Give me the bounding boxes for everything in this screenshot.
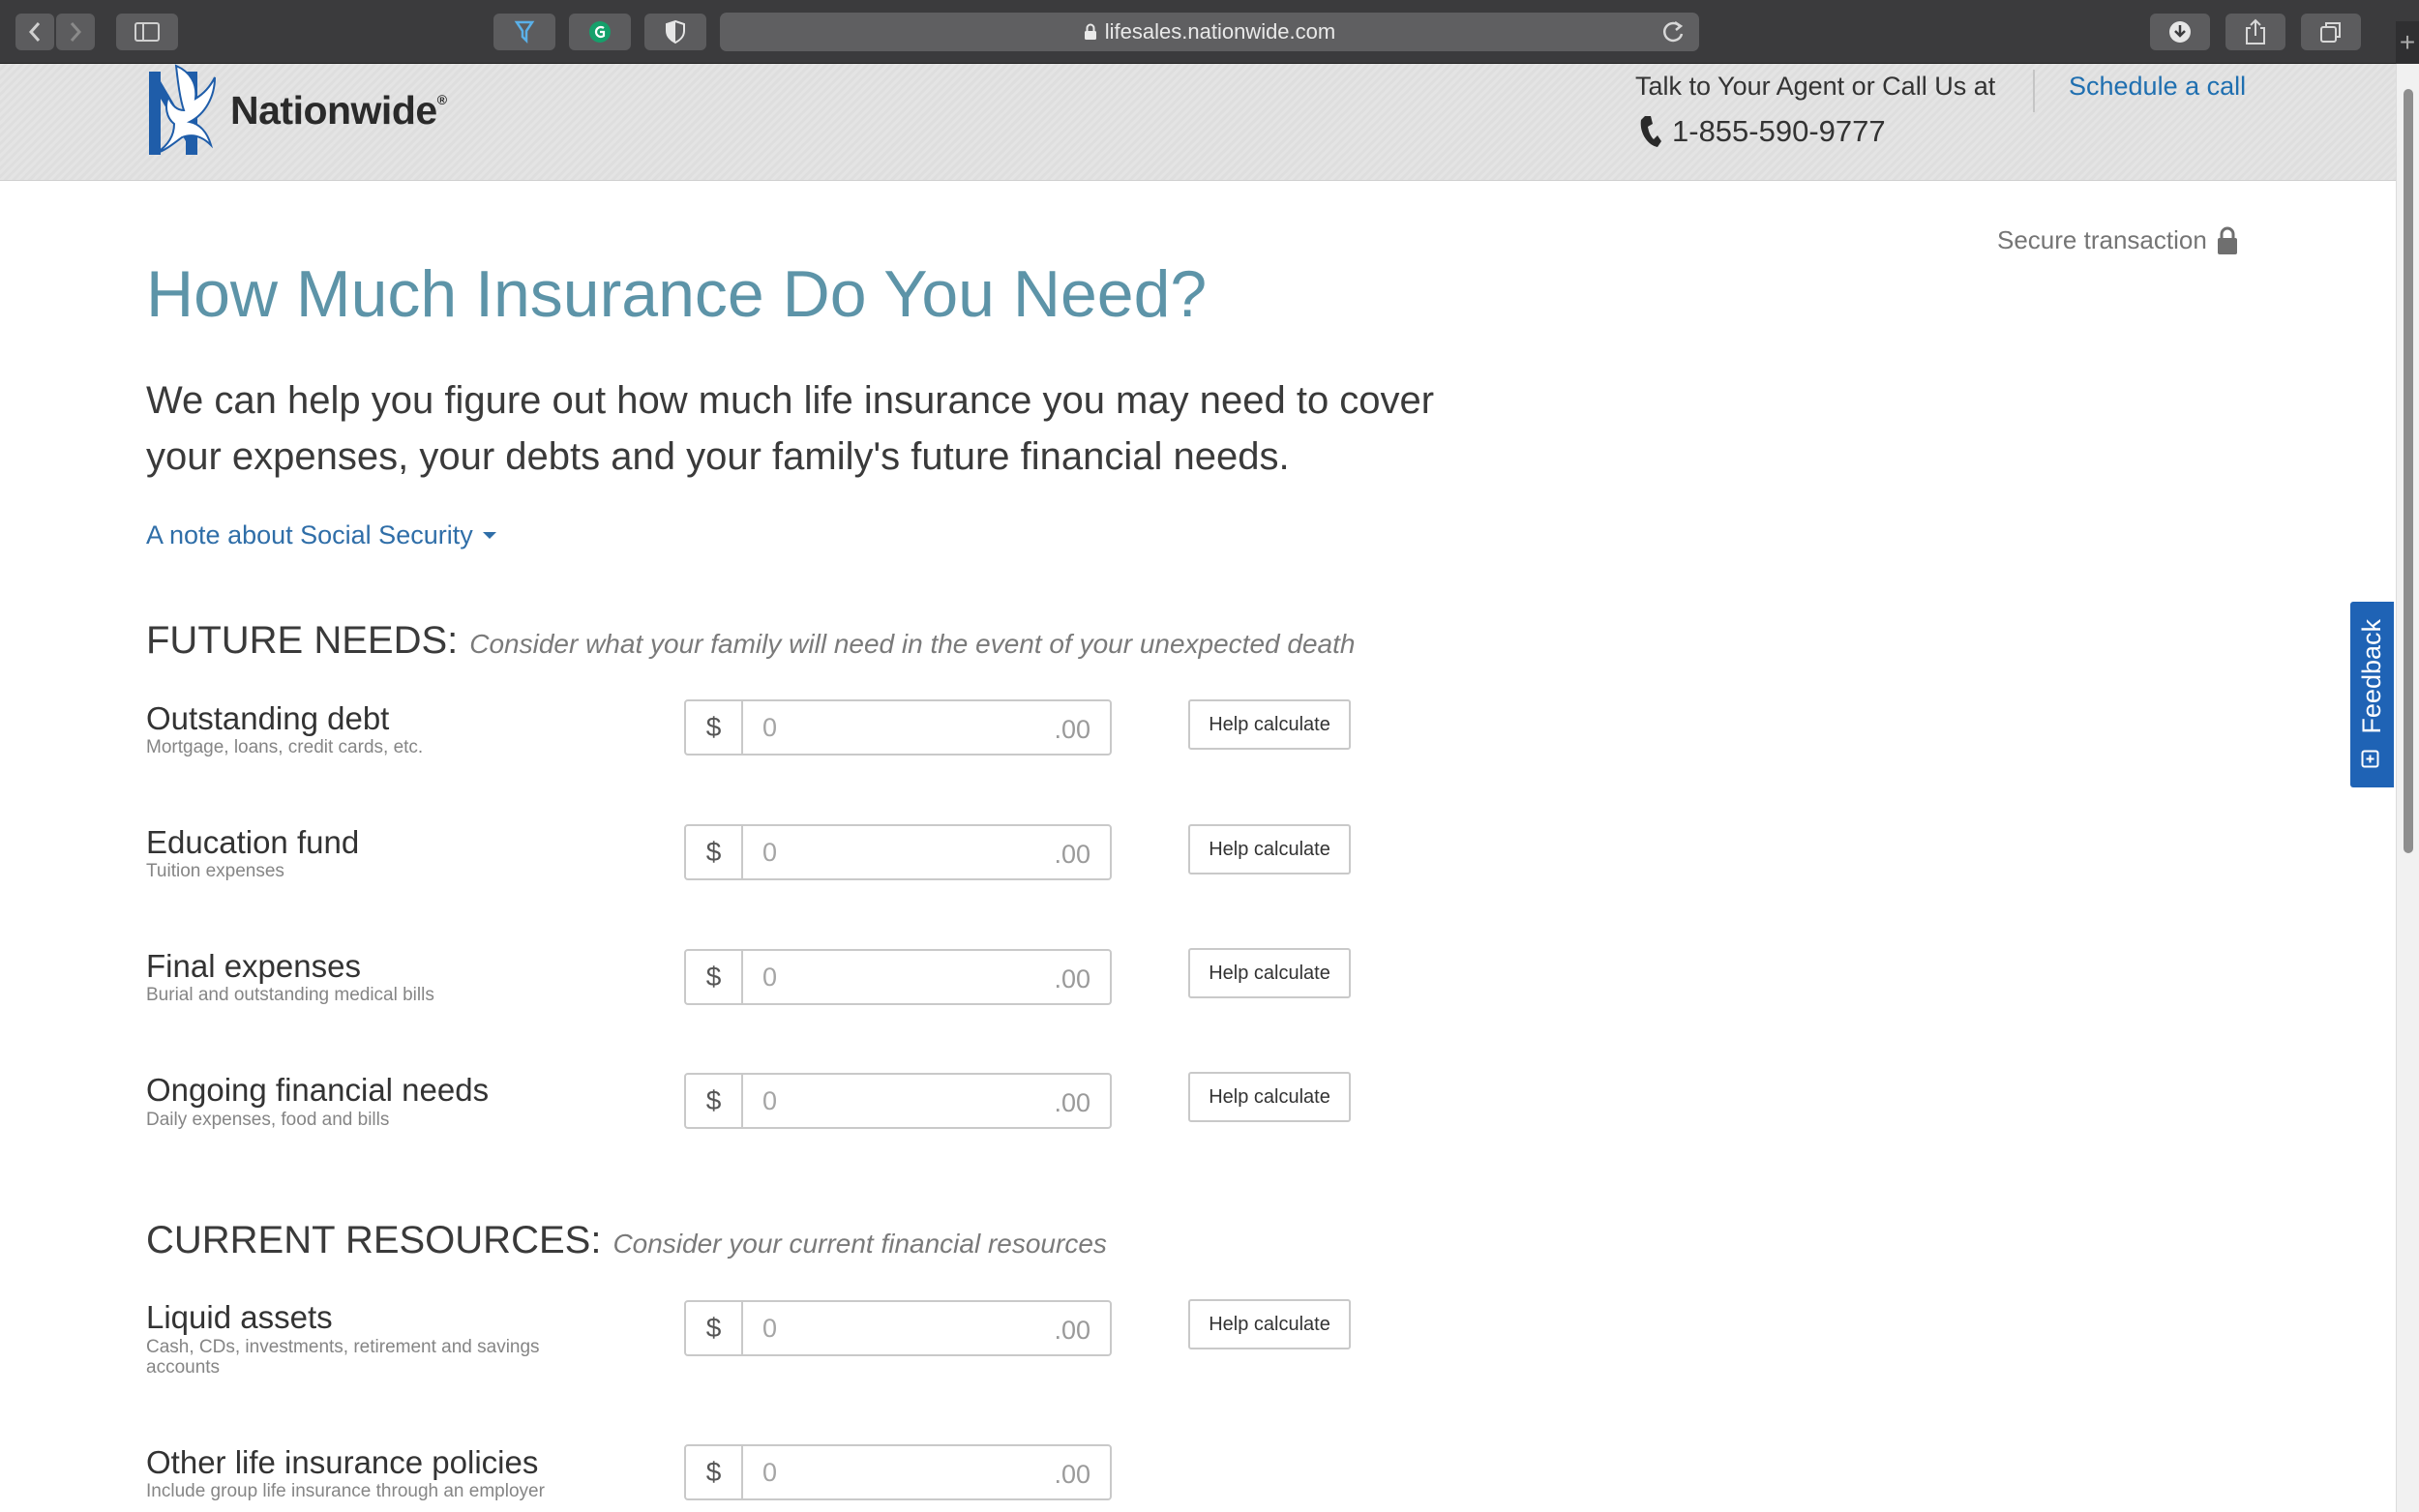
current-resources-heading: CURRENT RESOURCES: Consider your current… xyxy=(146,1219,1107,1262)
feedback-tab[interactable]: Feedback xyxy=(2350,602,2394,787)
dollar-sign: $ xyxy=(686,701,743,754)
outstanding-debt-label: Outstanding debt xyxy=(146,700,390,736)
other-policies-label: Other life insurance policies xyxy=(146,1444,539,1480)
grammarly-icon[interactable] xyxy=(569,14,631,50)
other-policies-desc: Include group life insurance through an … xyxy=(146,1481,545,1501)
tabs-icon[interactable] xyxy=(2301,14,2361,50)
reload-icon[interactable] xyxy=(1660,18,1686,51)
future-needs-title: FUTURE NEEDS: xyxy=(146,619,459,662)
future-needs-subtitle: Consider what your family will need in t… xyxy=(469,629,1356,659)
share-icon[interactable] xyxy=(2225,14,2285,50)
address-bar[interactable]: lifesales.nationwide.com xyxy=(720,13,1699,51)
registered-mark: ® xyxy=(436,91,447,107)
lock-icon xyxy=(1084,23,1097,41)
agent-text: Talk to Your Agent or Call Us at xyxy=(1635,72,1996,101)
header-divider xyxy=(2033,70,2035,112)
cents-suffix: .00 xyxy=(1054,1088,1090,1117)
site-header: Nationwide® Talk to Your Agent or Call U… xyxy=(0,64,2396,181)
pin-icon[interactable] xyxy=(493,14,555,50)
padlock-icon xyxy=(2217,226,2238,255)
dollar-sign: $ xyxy=(686,1302,743,1354)
forward-icon[interactable] xyxy=(56,14,95,50)
caret-down-icon xyxy=(482,532,496,539)
help-calculate-liquid-button[interactable]: Help calculate xyxy=(1188,1299,1351,1349)
schedule-call-link[interactable]: Schedule a call xyxy=(2069,72,2246,102)
ongoing-needs-label: Ongoing financial needs xyxy=(146,1072,490,1108)
final-expenses-label: Final expenses xyxy=(146,948,361,984)
help-calculate-debt-button[interactable]: Help calculate xyxy=(1188,699,1351,750)
dollar-sign: $ xyxy=(686,951,743,1003)
download-icon[interactable] xyxy=(2150,14,2210,50)
current-resources-title: CURRENT RESOURCES: xyxy=(146,1219,602,1261)
scrollbar-thumb[interactable] xyxy=(2404,89,2413,853)
phone-number[interactable]: 1-855-590-9777 xyxy=(1637,114,1886,149)
browser-toolbar: lifesales.nationwide.com xyxy=(0,0,2419,64)
cents-suffix: .00 xyxy=(1054,1316,1090,1345)
dollar-sign: $ xyxy=(686,826,743,878)
social-security-note-link[interactable]: A note about Social Security xyxy=(146,520,496,550)
note-link-label: A note about Social Security xyxy=(146,520,473,549)
dollar-sign: $ xyxy=(686,1075,743,1127)
cents-suffix: .00 xyxy=(1054,840,1090,869)
help-calculate-final-button[interactable]: Help calculate xyxy=(1188,948,1351,998)
liquid-assets-label: Liquid assets xyxy=(146,1299,333,1335)
phone-text: 1-855-590-9777 xyxy=(1672,114,1886,148)
ongoing-needs-desc: Daily expenses, food and bills xyxy=(146,1110,390,1130)
education-fund-field: $ .00 xyxy=(684,824,1112,880)
liquid-assets-field: $ .00 xyxy=(684,1300,1112,1356)
shield-icon[interactable] xyxy=(644,14,706,50)
url-text: lifesales.nationwide.com xyxy=(1104,19,1336,44)
secure-transaction: Secure transaction xyxy=(1997,225,2238,255)
phone-icon xyxy=(1637,114,1662,149)
logo-text: Nationwide xyxy=(230,87,437,133)
back-icon[interactable] xyxy=(15,14,54,50)
ongoing-needs-field: $ .00 xyxy=(684,1073,1112,1129)
sidebar-icon[interactable] xyxy=(116,14,178,50)
liquid-assets-desc: Cash, CDs, investments, retirement and s… xyxy=(146,1337,540,1378)
new-tab-icon[interactable]: + xyxy=(2396,21,2419,64)
other-policies-field: $ .00 xyxy=(684,1444,1112,1500)
future-needs-heading: FUTURE NEEDS: Consider what your family … xyxy=(146,619,1355,663)
dollar-sign: $ xyxy=(686,1446,743,1498)
nationwide-logo[interactable]: Nationwide® xyxy=(147,64,447,157)
education-fund-desc: Tuition expenses xyxy=(146,861,284,881)
cents-suffix: .00 xyxy=(1054,715,1090,744)
final-expenses-field: $ .00 xyxy=(684,949,1112,1005)
feedback-icon xyxy=(2361,750,2383,768)
secure-label: Secure transaction xyxy=(1997,225,2207,254)
intro-text: We can help you figure out how much life… xyxy=(146,379,1435,478)
help-calculate-education-button[interactable]: Help calculate xyxy=(1188,824,1351,875)
education-fund-label: Education fund xyxy=(146,824,360,860)
outstanding-debt-field: $ .00 xyxy=(684,699,1112,756)
cents-suffix: .00 xyxy=(1054,1460,1090,1489)
help-calculate-ongoing-button[interactable]: Help calculate xyxy=(1188,1072,1351,1122)
feedback-label: Feedback xyxy=(2357,619,2386,734)
eagle-logo-icon xyxy=(149,64,216,155)
cents-suffix: .00 xyxy=(1054,964,1090,993)
final-expenses-desc: Burial and outstanding medical bills xyxy=(146,985,434,1005)
current-resources-subtitle: Consider your current financial resource… xyxy=(612,1229,1107,1259)
page-title: How Much Insurance Do You Need? xyxy=(146,257,1208,331)
outstanding-debt-desc: Mortgage, loans, credit cards, etc. xyxy=(146,737,424,757)
